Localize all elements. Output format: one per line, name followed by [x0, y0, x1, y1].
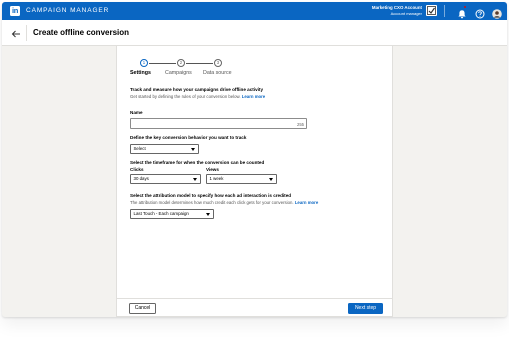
form-footer: Cancel Next step [116, 298, 393, 317]
app-window: in CAMPAIGN MANAGER Marketing CXO Accoun… [2, 2, 507, 317]
chevron-down-icon [191, 148, 195, 152]
next-step-button[interactable]: Next step [348, 303, 383, 314]
step-connector [186, 62, 213, 64]
intro-heading: Track and measure how your campaigns dri… [130, 87, 264, 92]
clicks-selected-value: 30 days [133, 176, 149, 181]
app-name: CAMPAIGN MANAGER [26, 7, 110, 14]
name-label: Name [130, 110, 143, 115]
behavior-select[interactable]: Select [130, 144, 199, 154]
intro-description: Get started by defining the rules of you… [130, 94, 241, 99]
page-title: Create offline conversion [33, 28, 130, 37]
step-3-label: Data source [203, 70, 232, 76]
notification-badge [463, 5, 467, 9]
page-header: Create offline conversion [2, 20, 507, 46]
chevron-down-icon [206, 213, 210, 217]
linkedin-logo[interactable]: in [10, 6, 20, 16]
behavior-label: Define the key conversion behavior you w… [130, 135, 247, 140]
step-1-indicator: 1 [140, 59, 148, 67]
clicks-timeframe-select[interactable]: 30 days [130, 174, 201, 184]
help-icon[interactable] [475, 6, 485, 19]
attribution-text: The attribution model determines how muc… [130, 200, 318, 206]
attribution-model-select[interactable]: Last Touch - Each campaign [130, 209, 214, 219]
header-divider [26, 25, 27, 41]
attribution-label: Select the attribution model to specify … [130, 193, 292, 198]
step-1-label: Settings [130, 70, 151, 76]
clicks-label: Clicks [130, 167, 144, 172]
name-input[interactable]: 255 [130, 118, 307, 129]
avatar[interactable] [492, 6, 502, 19]
behavior-selected-value: Select [133, 146, 146, 151]
attribution-description: The attribution model determines how muc… [130, 200, 294, 205]
cancel-button[interactable]: Cancel [129, 303, 156, 314]
attribution-learn-more-link[interactable]: Learn more [295, 200, 318, 205]
nav-divider [444, 5, 445, 17]
account-name: Marketing CXO Account [371, 5, 422, 10]
account-icon[interactable] [426, 5, 437, 16]
back-arrow-icon[interactable] [11, 27, 21, 39]
step-3-indicator: 3 [214, 59, 222, 67]
top-nav-bar: in CAMPAIGN MANAGER Marketing CXO Accoun… [2, 2, 507, 20]
views-selected-value: 1 week [209, 176, 224, 181]
bell-icon[interactable] [457, 5, 467, 19]
form-panel: 1 2 3 Settings Campaigns Data source Tra… [116, 46, 393, 298]
intro-learn-more-link[interactable]: Learn more [242, 94, 265, 99]
step-connector [149, 62, 176, 64]
attribution-selected-value: Last Touch - Each campaign [133, 211, 189, 216]
timeframe-label: Select the timeframe for when the conver… [130, 160, 265, 165]
account-switcher[interactable]: Marketing CXO Account Account manager [362, 5, 422, 16]
chevron-down-icon [193, 178, 197, 182]
step-2-indicator: 2 [177, 59, 185, 67]
chevron-down-icon [269, 178, 273, 182]
name-char-counter: 255 [297, 121, 304, 127]
intro-text: Get started by defining the rules of you… [130, 94, 265, 100]
account-role: Account manager [390, 10, 422, 16]
views-timeframe-select[interactable]: 1 week [206, 174, 277, 184]
step-2-label: Campaigns [165, 70, 192, 76]
views-label: Views [206, 167, 219, 172]
